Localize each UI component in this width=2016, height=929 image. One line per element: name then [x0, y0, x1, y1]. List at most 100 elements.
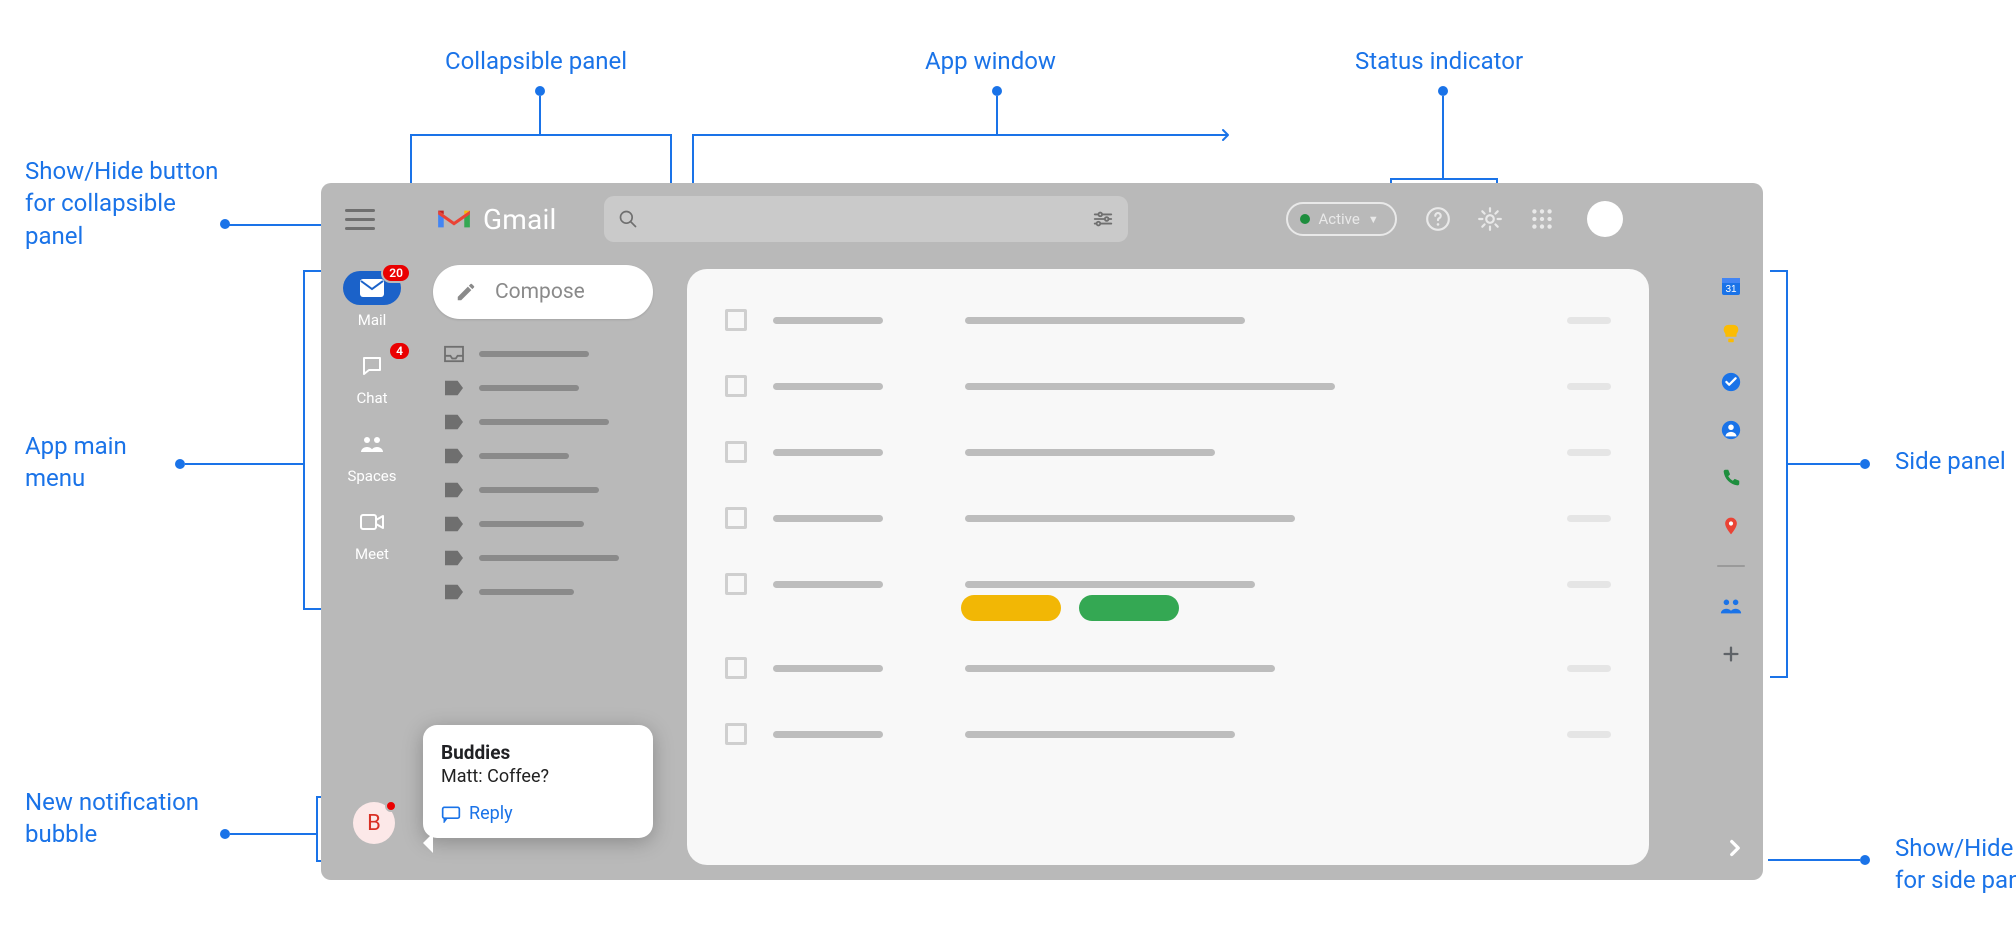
mail-row[interactable]: [725, 309, 1611, 331]
mail-row[interactable]: [725, 375, 1611, 397]
annotation-text: Collapsible panel: [445, 47, 627, 75]
help-icon[interactable]: [1425, 206, 1451, 232]
plus-icon[interactable]: [1718, 641, 1744, 667]
search-box[interactable]: [604, 196, 1128, 242]
chip-green[interactable]: [1079, 595, 1179, 621]
checkbox[interactable]: [725, 309, 747, 331]
annotation-notification-bubble: New notification bubble: [25, 786, 205, 851]
label-icon: [443, 515, 465, 533]
notification-reply-button[interactable]: Reply: [441, 803, 635, 824]
side-panel-toggle-button[interactable]: [1717, 830, 1753, 866]
app-main-menu: 20 Mail 4 Chat Spaces Meet: [321, 265, 423, 880]
mail-icon: [359, 278, 385, 298]
spaces-icon: [359, 434, 385, 454]
rail-label: Mail: [358, 311, 387, 329]
folder-item[interactable]: [443, 345, 671, 363]
annotation-text: New notification bubble: [25, 788, 199, 848]
apps-grid-icon[interactable]: [1529, 206, 1555, 232]
mail-row[interactable]: [725, 507, 1611, 529]
annotation-status-indicator: Status indicator: [1355, 45, 1523, 77]
annotation-toggle-collapsible: Show/Hide button for collapsible panel: [25, 155, 225, 252]
notification-bubble-avatar[interactable]: B: [353, 802, 395, 844]
brand-name: Gmail: [483, 203, 556, 236]
mail-row[interactable]: [725, 441, 1611, 463]
rail-label: Meet: [355, 545, 389, 563]
reply-label: Reply: [469, 803, 513, 824]
groups-icon[interactable]: [1718, 593, 1744, 619]
pencil-icon: [455, 281, 477, 303]
unread-dot-icon: [385, 800, 397, 812]
top-bar: Gmail Active ▼: [321, 183, 1763, 255]
notification-message: Matt: Coffee?: [441, 766, 635, 787]
badge-count: 4: [388, 341, 411, 361]
keep-icon[interactable]: [1718, 321, 1744, 347]
menu-toggle-button[interactable]: [345, 204, 375, 234]
folder-item[interactable]: [443, 481, 671, 499]
app-window: [687, 269, 1649, 865]
annotation-text: Side panel: [1895, 447, 2006, 475]
app-frame: Gmail Active ▼ 20 Mail: [321, 183, 1763, 880]
maps-icon[interactable]: [1718, 513, 1744, 539]
folder-item[interactable]: [443, 379, 671, 397]
chip-yellow[interactable]: [961, 595, 1061, 621]
chat-bubble-icon: [441, 805, 461, 823]
compose-button[interactable]: Compose: [433, 265, 653, 319]
folder-item[interactable]: [443, 583, 671, 601]
rail-item-spaces[interactable]: Spaces: [336, 427, 408, 485]
folder-item[interactable]: [443, 413, 671, 431]
inbox-icon: [443, 345, 465, 363]
status-dot-icon: [1300, 214, 1310, 224]
tasks-icon[interactable]: [1718, 369, 1744, 395]
svg-text:31: 31: [1725, 284, 1737, 295]
checkbox[interactable]: [725, 507, 747, 529]
label-icon: [443, 379, 465, 397]
annotation-app-main-menu: App main menu: [25, 430, 185, 495]
checkbox[interactable]: [725, 573, 747, 595]
rail-label: Spaces: [347, 467, 396, 485]
label-icon: [443, 583, 465, 601]
folder-item[interactable]: [443, 549, 671, 567]
status-label: Active: [1318, 210, 1359, 228]
chevron-down-icon: ▼: [1368, 213, 1379, 226]
divider: [1717, 565, 1745, 567]
gmail-logo-icon: [435, 205, 473, 233]
folder-list: [443, 345, 671, 601]
voice-icon[interactable]: [1718, 465, 1744, 491]
side-panel: 31: [1699, 269, 1763, 880]
gear-icon[interactable]: [1477, 206, 1503, 232]
mail-row[interactable]: [725, 723, 1611, 745]
rail-item-mail[interactable]: 20 Mail: [336, 271, 408, 329]
notification-title: Buddies: [441, 741, 635, 764]
calendar-icon[interactable]: 31: [1718, 273, 1744, 299]
checkbox[interactable]: [725, 441, 747, 463]
annotation-text: App main menu: [25, 432, 127, 492]
folder-item[interactable]: [443, 515, 671, 533]
rail-item-chat[interactable]: 4 Chat: [336, 349, 408, 407]
annotation-text: App window: [925, 47, 1056, 75]
search-options-icon[interactable]: [1092, 208, 1114, 230]
notification-popover: Buddies Matt: Coffee? Reply: [423, 725, 653, 838]
checkbox[interactable]: [725, 723, 747, 745]
search-input[interactable]: [648, 209, 1092, 230]
mail-row[interactable]: [725, 573, 1611, 595]
rail-item-meet[interactable]: Meet: [336, 505, 408, 563]
header-actions: [1425, 201, 1645, 237]
annotation-app-window: App window: [925, 45, 1056, 77]
badge-count: 20: [381, 263, 411, 283]
checkbox[interactable]: [725, 657, 747, 679]
annotation-side-panel: Side panel: [1895, 445, 2006, 477]
checkbox[interactable]: [725, 375, 747, 397]
annotation-text: Show/Hide button for side panel: [1895, 834, 2016, 894]
contacts-icon[interactable]: [1718, 417, 1744, 443]
label-icon: [443, 549, 465, 567]
mail-row[interactable]: [725, 657, 1611, 679]
annotation-text: Show/Hide button for collapsible panel: [25, 157, 218, 250]
search-icon: [618, 209, 638, 229]
account-avatar[interactable]: [1587, 201, 1623, 237]
meet-icon: [359, 512, 385, 532]
label-icon: [443, 447, 465, 465]
label-icon: [443, 413, 465, 431]
folder-item[interactable]: [443, 447, 671, 465]
status-indicator-button[interactable]: Active ▼: [1286, 202, 1396, 236]
avatar-letter: B: [367, 811, 381, 836]
